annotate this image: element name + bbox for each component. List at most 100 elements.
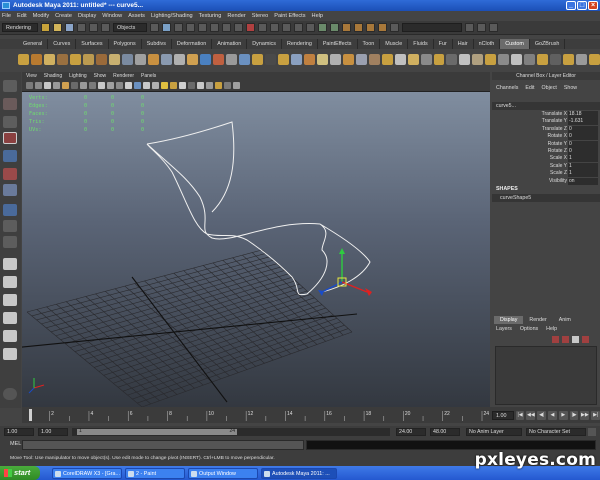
shelf-tab-subdivs[interactable]: Subdivs: [142, 39, 172, 49]
shelf-tab-curves[interactable]: Curves: [48, 39, 77, 49]
shelf-tool-icon[interactable]: [524, 53, 536, 65]
scale-tool-icon[interactable]: [3, 168, 17, 180]
shelf-tool-icon[interactable]: [446, 53, 458, 65]
open-scene-icon[interactable]: [53, 23, 62, 32]
layer-menu-layers[interactable]: Layers: [496, 326, 512, 332]
shelf-tool-icon[interactable]: [459, 53, 471, 65]
persp-outliner-layout-icon[interactable]: [3, 294, 17, 306]
select-joints-icon[interactable]: [162, 23, 171, 32]
attribute-editor-toggle-icon[interactable]: [477, 23, 486, 32]
shelf-tool-icon[interactable]: [186, 53, 198, 65]
shelf-tab-polygons[interactable]: Polygons: [109, 39, 142, 49]
shelf-tool-icon[interactable]: [121, 53, 133, 65]
layer-tab-render[interactable]: Render: [523, 316, 552, 324]
shelf-tool-icon[interactable]: [290, 53, 302, 65]
attribute-value-field[interactable]: 1: [568, 155, 598, 163]
toolbox-scroll-icon[interactable]: [3, 388, 17, 400]
animation-start-field[interactable]: 1.00: [4, 428, 34, 436]
shelf-tool-icon[interactable]: [511, 53, 523, 65]
shelf-tool-icon[interactable]: [329, 53, 341, 65]
input-line-icon[interactable]: [390, 23, 399, 32]
layer-up-icon[interactable]: [572, 336, 579, 343]
shelf-tool-icon[interactable]: [160, 53, 172, 65]
menu-display[interactable]: Display: [78, 13, 96, 19]
shelf-tool-icon[interactable]: [342, 53, 354, 65]
range-slider-handle[interactable]: 1 24: [77, 428, 237, 435]
four-view-layout-icon[interactable]: [3, 276, 17, 288]
new-layer-icon[interactable]: [552, 336, 559, 343]
snap-grid-icon[interactable]: [258, 23, 267, 32]
input-line-field[interactable]: [402, 23, 462, 32]
selection-mode-field[interactable]: Objects: [113, 23, 147, 32]
attribute-value-field[interactable]: 0: [568, 140, 598, 148]
universal-manipulator-icon[interactable]: [3, 184, 17, 196]
last-tool-used-icon[interactable]: [3, 236, 17, 248]
taskbar-item-maya[interactable]: Autodesk Maya 2011: ...: [261, 467, 337, 479]
lasso-tool-icon[interactable]: [3, 98, 17, 110]
menu-create[interactable]: Create: [55, 13, 72, 19]
move-tool-icon[interactable]: [3, 132, 17, 144]
mel-input[interactable]: [22, 440, 304, 450]
shelf-tab-muscle[interactable]: Muscle: [380, 39, 409, 49]
layer-tab-anim[interactable]: Anim: [553, 316, 577, 324]
shelf-tool-icon[interactable]: [303, 53, 315, 65]
channel-box-menu-channels[interactable]: Channels: [496, 85, 518, 91]
menu-paint-effects[interactable]: Paint Effects: [274, 13, 305, 19]
select-rendering-icon[interactable]: [222, 23, 231, 32]
shelf-tool-icon[interactable]: [43, 53, 55, 65]
taskbar-item-paint[interactable]: 2 - Paint: [125, 467, 185, 479]
new-scene-icon[interactable]: [41, 23, 50, 32]
layer-list[interactable]: [495, 346, 597, 405]
select-misc-icon[interactable]: [234, 23, 243, 32]
attribute-value-field[interactable]: 0: [568, 148, 598, 155]
animation-end-field[interactable]: 48.00: [430, 428, 460, 436]
shelf-tool-icon[interactable]: [498, 53, 510, 65]
input-output-icon[interactable]: [318, 23, 327, 32]
character-set-dropdown[interactable]: No Character Set: [526, 428, 586, 436]
shelf-tool-icon[interactable]: [134, 53, 146, 65]
attribute-value-field[interactable]: 18.18: [568, 111, 598, 118]
shelf-tab-gozbrush[interactable]: GoZBrush: [530, 39, 566, 49]
menu-file[interactable]: File: [2, 13, 11, 19]
play-backwards-icon[interactable]: ◀: [548, 410, 557, 420]
shelf-tool-icon[interactable]: [368, 53, 380, 65]
attribute-value-field[interactable]: on: [568, 177, 598, 185]
shelf-tool-icon[interactable]: [355, 53, 367, 65]
lock-selection-icon[interactable]: [246, 23, 255, 32]
menu-window[interactable]: Window: [102, 13, 122, 19]
shelf-tab-animation[interactable]: Animation: [212, 39, 248, 49]
shelf-tab-surfaces[interactable]: Surfaces: [76, 39, 109, 49]
render-current-frame-icon[interactable]: [354, 23, 363, 32]
step-back-key-icon[interactable]: ◀◀: [526, 410, 536, 420]
persp-graph-hypergraph-layout-icon[interactable]: [3, 348, 17, 360]
shelf-tab-fur[interactable]: Fur: [434, 39, 453, 49]
menu-render[interactable]: Render: [227, 13, 245, 19]
playback-end-field[interactable]: 24.00: [396, 428, 426, 436]
maximize-button[interactable]: □: [577, 1, 587, 10]
select-dynamics-icon[interactable]: [210, 23, 219, 32]
menu-edit[interactable]: Edit: [17, 13, 27, 19]
save-scene-icon[interactable]: [65, 23, 74, 32]
go-to-end-icon[interactable]: ▶|: [591, 410, 600, 420]
shelf-tool-icon[interactable]: [589, 53, 600, 65]
shelf-tool-icon[interactable]: [238, 53, 250, 65]
hypershade-layout-icon[interactable]: [3, 330, 17, 342]
start-button[interactable]: start: [0, 466, 40, 480]
attribute-value-field[interactable]: 0: [568, 133, 598, 141]
shelf-tab-custom[interactable]: Custom: [500, 39, 530, 49]
range-slider[interactable]: 1 24: [72, 428, 390, 436]
shelf-tab-ncloth[interactable]: nCloth: [474, 39, 501, 49]
perspective-viewport[interactable]: View Shading Lighting Show Renderer Pane…: [22, 72, 490, 407]
go-to-start-icon[interactable]: |◀: [515, 410, 525, 420]
single-perspective-layout-icon[interactable]: [3, 258, 17, 270]
shelf-tool-icon[interactable]: [381, 53, 393, 65]
shelf-tool-icon[interactable]: [550, 53, 562, 65]
soft-mod-tool-icon[interactable]: [3, 204, 17, 216]
shelf-tool-icon[interactable]: [394, 53, 406, 65]
shelf-tool-icon[interactable]: [30, 53, 42, 65]
menu-assets[interactable]: Assets: [128, 13, 145, 19]
shelf-tool-icon[interactable]: [407, 53, 419, 65]
shelf-tab-toon[interactable]: Toon: [358, 39, 381, 49]
channel-box-toggle-icon[interactable]: [465, 23, 474, 32]
channel-box-menu-edit[interactable]: Edit: [525, 85, 534, 91]
